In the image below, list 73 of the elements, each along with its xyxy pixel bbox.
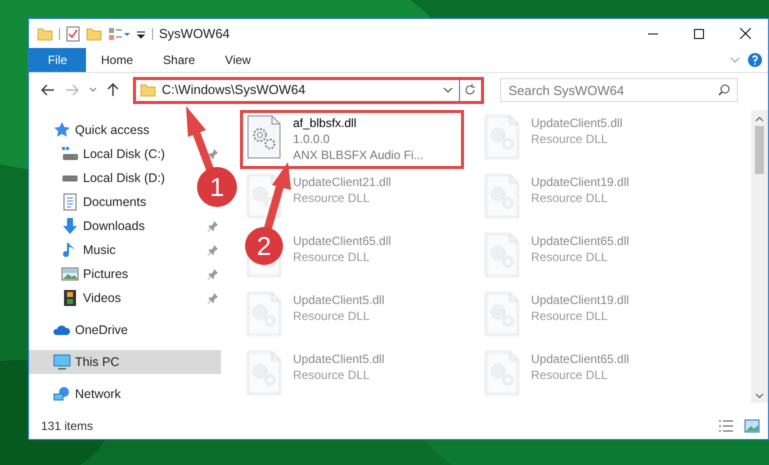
pin-icon[interactable] xyxy=(207,220,219,232)
drive-icon xyxy=(62,174,78,182)
file-detail: Resource DLL xyxy=(531,190,608,206)
nav-item[interactable]: Pictures xyxy=(61,264,128,284)
file-detail: Resource DLL xyxy=(293,190,370,206)
details-view-icon[interactable] xyxy=(718,419,734,433)
step-number: 1 xyxy=(208,173,226,201)
search-icon[interactable] xyxy=(718,84,730,96)
ribbon-tab[interactable]: View xyxy=(210,48,266,72)
pin-icon[interactable] xyxy=(207,244,219,256)
recent-locations-icon[interactable] xyxy=(88,87,97,93)
scrollbar[interactable] xyxy=(751,110,768,403)
drive-icon xyxy=(61,145,79,163)
address-path: C:\Windows\SysWOW64 xyxy=(162,81,306,100)
nav-item[interactable]: Local Disk (D:) xyxy=(61,168,165,188)
search-field[interactable]: Search SysWOW64 xyxy=(500,78,738,102)
address-bar[interactable]: C:\Windows\SysWOW64 xyxy=(132,76,484,104)
up-arrow-icon[interactable] xyxy=(106,83,119,97)
step-badge xyxy=(245,227,283,265)
nav-item[interactable]: Quick access xyxy=(29,118,221,142)
nav-item[interactable]: This PC xyxy=(29,350,221,374)
ribbon-tab[interactable]: Home xyxy=(86,48,148,72)
dropdown-icon[interactable] xyxy=(442,87,453,93)
file-detail: Resource DLL xyxy=(293,367,370,383)
picture-icon xyxy=(61,265,79,283)
file-detail: ANX BLBSFX Audio Fi... xyxy=(293,147,424,163)
file-detail: Resource DLL xyxy=(531,131,608,147)
scroll-up-icon[interactable] xyxy=(755,116,764,122)
network-icon xyxy=(53,385,71,403)
file-detail: Resource DLL xyxy=(293,249,370,265)
back-arrow-icon[interactable] xyxy=(41,84,55,96)
file-detail: Resource DLL xyxy=(531,367,608,383)
properties-icon[interactable] xyxy=(66,26,80,42)
nav-item[interactable]: Music xyxy=(61,240,116,260)
nav-item[interactable]: Videos xyxy=(61,288,121,308)
step-number: 2 xyxy=(256,232,272,260)
folder-icon xyxy=(37,26,53,42)
view-options-icon[interactable] xyxy=(108,26,130,40)
nav-item[interactable]: Documents xyxy=(61,192,146,212)
minimize-icon xyxy=(648,32,658,34)
file-name[interactable]: af_blbsfx.dll xyxy=(293,115,356,131)
expand-ribbon-icon[interactable] xyxy=(730,57,740,63)
nav-item[interactable]: Network xyxy=(29,382,221,406)
pin-icon[interactable] xyxy=(207,268,219,280)
large-icons-view-icon[interactable] xyxy=(744,419,760,433)
folder-icon xyxy=(140,82,156,98)
help-icon[interactable] xyxy=(748,53,762,67)
window-title: SysWOW64 xyxy=(159,24,230,43)
download-icon xyxy=(61,217,79,235)
item-count: 131 items xyxy=(41,418,94,435)
scroll-down-icon[interactable] xyxy=(755,393,764,399)
file-detail: Resource DLL xyxy=(531,249,608,265)
monitor-icon xyxy=(53,353,71,371)
pin-icon[interactable] xyxy=(207,292,219,304)
star-icon xyxy=(53,121,71,139)
new-folder-icon xyxy=(86,26,102,42)
refresh-icon xyxy=(464,84,476,96)
film-icon xyxy=(61,289,79,307)
document-icon xyxy=(61,193,79,211)
nav-item[interactable]: OneDrive xyxy=(29,318,221,342)
maximize-icon xyxy=(694,28,704,38)
close-icon xyxy=(740,28,750,39)
dropdown-icon[interactable] xyxy=(136,28,146,38)
nav-item[interactable]: Downloads xyxy=(61,216,145,236)
file-detail: 1.0.0.0 xyxy=(293,131,330,147)
file-detail: Resource DLL xyxy=(293,308,370,324)
ribbon-tab[interactable]: Share xyxy=(148,48,210,72)
ribbon-tab[interactable]: File xyxy=(29,48,86,72)
pin-icon[interactable] xyxy=(207,148,219,160)
scrollbar-thumb[interactable] xyxy=(755,126,764,174)
nav-item[interactable]: Local Disk (C:) xyxy=(61,144,165,164)
step-badge xyxy=(197,167,237,207)
file-detail: Resource DLL xyxy=(531,308,608,324)
